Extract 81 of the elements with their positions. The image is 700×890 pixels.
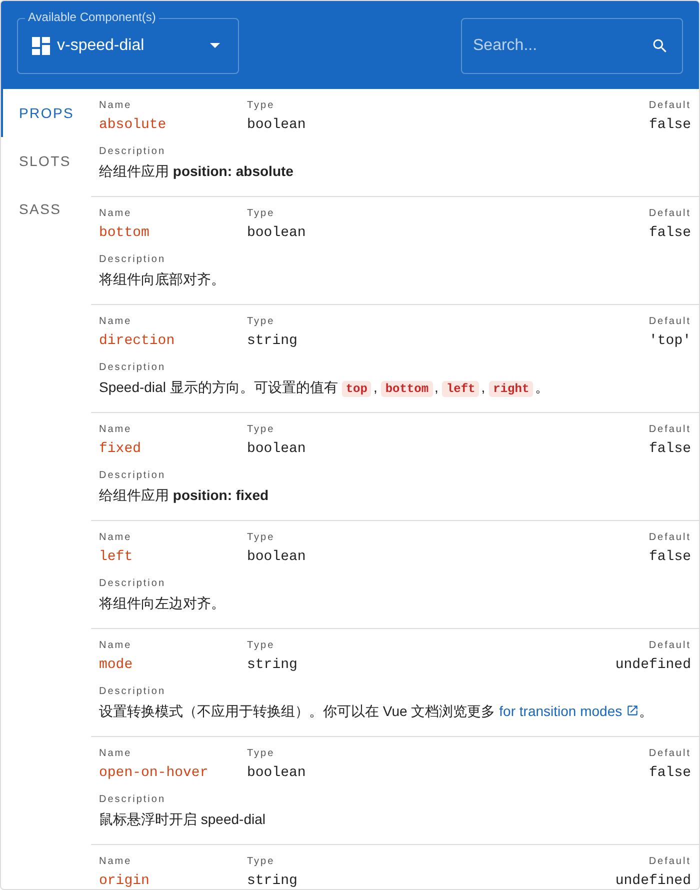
column-label: Type [247,207,276,220]
description-text: 设置转换模式（不应用于转换组）。你可以在 Vue 文档浏览更多 [99,703,496,719]
column-label: Name [99,855,133,868]
description-text: , [373,379,378,395]
prop-default: undefined [615,656,691,674]
caret-icon [210,43,220,48]
column-label: Type [247,315,276,328]
prop-name: left [99,548,134,566]
column-label: Default [648,639,691,652]
code-value: bottom [381,381,433,397]
column-label: Default [648,99,691,112]
code-value: right [489,381,534,397]
column-label: Description [99,793,167,806]
tab[interactable]: SASS [1,185,91,233]
column-label: Type [247,531,276,544]
column-label: Name [99,99,133,112]
prop-name: bottom [99,224,150,242]
docs-link[interactable]: for transition modes [499,703,640,719]
column-label: Name [99,531,133,544]
prop-type: string [247,872,298,889]
column-label: Description [99,577,167,590]
column-label: Type [247,639,276,652]
prop-default: 'top' [648,332,691,350]
column-label: Name [99,639,133,652]
external-link-icon [626,704,640,717]
prop-default: false [648,116,691,134]
column-label: Type [247,747,276,760]
description-text: 给组件应用 position: absolute [99,163,294,179]
prop-default: false [648,764,691,782]
column-label: Type [247,855,276,868]
code-value: top [342,381,372,397]
prop-type: string [247,332,298,350]
prop-default: false [648,440,691,458]
description-text: 将组件向底部对齐。 [99,271,225,287]
column-label: Type [247,99,276,112]
field-label: Available Component(s) [25,10,159,24]
column-label: Default [648,855,691,868]
column-label: Name [99,207,133,220]
description-text: 鼠标悬浮时开启 speed-dial [99,811,266,827]
prop-default: undefined [615,872,691,889]
column-label: Default [648,531,691,544]
prop-name: fixed [99,440,142,458]
column-label: Default [648,747,691,760]
prop-type: boolean [247,764,307,782]
column-label: Description [99,361,167,374]
column-label: Description [99,145,167,158]
prop-name: origin [99,872,150,889]
column-label: Description [99,685,167,698]
column-label: Description [99,469,167,482]
prop-default: false [648,224,691,242]
column-label: Default [648,207,691,220]
description-text: 。 [535,379,550,395]
prop-type: boolean [247,548,307,566]
prop-name: direction [99,332,176,350]
column-label: Name [99,747,133,760]
prop-name: open-on-hover [99,764,210,782]
description-text: 将组件向左边对齐。 [99,595,225,611]
prop-name: mode [99,656,134,674]
description-text: 给组件应用 position: fixed [99,487,269,503]
tab[interactable]: SLOTS [1,137,91,185]
code-value: left [442,381,480,397]
description-text: , [434,379,438,395]
column-label: Name [99,423,133,436]
description-text: Speed-dial 显示的方向。可设置的值有 [99,379,338,395]
prop-type: boolean [247,116,307,134]
prop-type: boolean [247,440,307,458]
column-label: Default [648,423,691,436]
select-value: v-speed-dial [57,36,146,54]
column-label: Default [648,315,691,328]
prop-default: false [648,548,691,566]
tab[interactable]: PROPS [1,89,91,137]
description-text: 。 [639,703,654,719]
prop-type: boolean [247,224,307,242]
description-text: , [481,379,486,395]
prop-name: absolute [99,116,168,134]
dashboard-icon [32,36,50,54]
column-label: Type [247,423,276,436]
prop-type: string [247,656,298,674]
column-label: Description [99,253,167,266]
search-icon [651,36,669,54]
column-label: Name [99,315,133,328]
